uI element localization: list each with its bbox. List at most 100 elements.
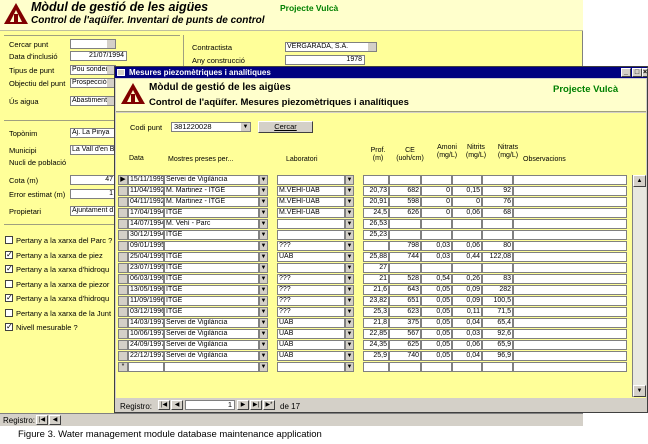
chevron-down-icon[interactable]: ▼ [345, 219, 354, 229]
table-cell[interactable] [277, 263, 345, 273]
table-cell[interactable]: 24/09/1997 [128, 340, 164, 350]
table-cell[interactable]: 0,03 [421, 252, 452, 262]
table-cell[interactable]: ITGE [164, 208, 259, 218]
table-cell[interactable] [513, 318, 627, 328]
row-selector[interactable]: ▶ [118, 175, 128, 185]
table-cell[interactable]: 122,08 [482, 252, 513, 262]
table-cell[interactable]: 23,82 [363, 296, 389, 306]
table-cell[interactable]: 25,88 [363, 252, 389, 262]
table-cell[interactable]: 65,9 [482, 340, 513, 350]
chevron-down-icon[interactable]: ▼ [259, 252, 268, 262]
table-cell[interactable]: 23/07/1995 [128, 263, 164, 273]
table-cell[interactable]: 528 [389, 274, 421, 284]
close-button[interactable]: × [642, 68, 648, 77]
vertical-scrollbar[interactable]: ▲ ▼ [632, 175, 646, 397]
table-cell[interactable]: 0,05 [421, 351, 452, 361]
row-selector[interactable] [118, 252, 128, 262]
row-selector[interactable] [118, 219, 128, 229]
minimize-button[interactable]: _ [621, 68, 631, 77]
table-cell[interactable]: 24,35 [363, 340, 389, 350]
table-cell[interactable]: 25/04/1995 [128, 252, 164, 262]
table-cell[interactable]: 20,73 [363, 186, 389, 196]
table-cell[interactable]: ITGE [164, 307, 259, 317]
table-cell[interactable] [513, 263, 627, 273]
table-cell[interactable]: 682 [389, 186, 421, 196]
table-cell[interactable]: 0,54 [421, 274, 452, 284]
field-input[interactable]: Pou sondeig [70, 65, 116, 75]
table-cell[interactable]: 0 [421, 208, 452, 218]
row-selector[interactable] [118, 241, 128, 251]
table-cell[interactable]: 83 [482, 274, 513, 284]
table-cell[interactable] [277, 362, 345, 372]
table-cell[interactable] [277, 175, 345, 185]
table-cell[interactable]: 65,4 [482, 318, 513, 328]
table-cell[interactable]: 623 [389, 307, 421, 317]
table-cell[interactable]: 21 [363, 274, 389, 284]
table-cell[interactable] [513, 208, 627, 218]
table-cell[interactable]: 17/04/1994 [128, 208, 164, 218]
chevron-down-icon[interactable]: ▼ [259, 329, 268, 339]
table-cell[interactable] [421, 219, 452, 229]
table-cell[interactable]: ITGE [164, 285, 259, 295]
table-cell[interactable]: UAB [277, 318, 345, 328]
field-input[interactable]: 47 [70, 175, 116, 185]
table-cell[interactable]: 740 [389, 351, 421, 361]
next-record-button[interactable]: ▶ [237, 400, 249, 410]
table-cell[interactable]: 375 [389, 318, 421, 328]
table-cell[interactable]: 0,06 [452, 208, 482, 218]
prev-record-button[interactable]: ◀ [171, 400, 183, 410]
table-cell[interactable]: 10/06/1997 [128, 329, 164, 339]
table-cell[interactable]: 626 [389, 208, 421, 218]
table-cell[interactable] [277, 230, 345, 240]
table-cell[interactable]: 25,3 [363, 307, 389, 317]
row-selector[interactable] [118, 318, 128, 328]
table-cell[interactable]: ??? [277, 274, 345, 284]
table-cell[interactable] [164, 362, 259, 372]
chevron-down-icon[interactable]: ▼ [259, 318, 268, 328]
table-cell[interactable]: 92 [482, 186, 513, 196]
chevron-down-icon[interactable]: ▼ [259, 186, 268, 196]
row-selector[interactable] [118, 274, 128, 284]
chevron-down-icon[interactable]: ▼ [259, 208, 268, 218]
table-cell[interactable]: 27 [363, 263, 389, 273]
table-cell[interactable]: 0,05 [421, 296, 452, 306]
codi-punt-combo[interactable]: 381220028 ▼ [171, 122, 251, 132]
chevron-down-icon[interactable]: ▼ [345, 318, 354, 328]
row-selector[interactable] [118, 186, 128, 196]
table-cell[interactable]: 04/11/1992 [128, 197, 164, 207]
table-cell[interactable]: 0,05 [421, 307, 452, 317]
table-cell[interactable]: Servei de Vigilància [164, 175, 259, 185]
network-checkbox[interactable] [5, 293, 13, 302]
table-cell[interactable] [513, 274, 627, 284]
table-cell[interactable]: M. Martinez - ITGE [164, 197, 259, 207]
chevron-down-icon[interactable]: ▼ [345, 197, 354, 207]
chevron-down-icon[interactable]: ▼ [345, 351, 354, 361]
table-cell[interactable]: ITGE [164, 230, 259, 240]
row-selector[interactable] [118, 340, 128, 350]
table-cell[interactable] [389, 362, 421, 372]
row-selector[interactable] [118, 296, 128, 306]
chevron-down-icon[interactable]: ▼ [345, 230, 354, 240]
table-cell[interactable] [513, 362, 627, 372]
table-cell[interactable]: 76 [482, 197, 513, 207]
field-input[interactable]: Aj. La Pinya [70, 128, 116, 138]
table-cell[interactable] [452, 219, 482, 229]
table-cell[interactable]: 13/05/1996 [128, 285, 164, 295]
table-cell[interactable]: Servei de Vigilància [164, 329, 259, 339]
table-cell[interactable]: ??? [277, 307, 345, 317]
chevron-down-icon[interactable]: ▼ [345, 274, 354, 284]
table-cell[interactable] [389, 230, 421, 240]
table-cell[interactable]: 03/12/1996 [128, 307, 164, 317]
first-record-button[interactable]: |◀ [36, 415, 48, 425]
table-cell[interactable]: 22/12/1997 [128, 351, 164, 361]
table-cell[interactable] [421, 230, 452, 240]
table-cell[interactable] [482, 362, 513, 372]
field-input[interactable]: La Vall d'en B [70, 145, 116, 155]
chevron-down-icon[interactable]: ▼ [259, 219, 268, 229]
table-cell[interactable]: 71,5 [482, 307, 513, 317]
table-cell[interactable]: 0,03 [421, 241, 452, 251]
table-cell[interactable]: 0,04 [452, 351, 482, 361]
table-cell[interactable]: 0,05 [421, 340, 452, 350]
table-cell[interactable] [482, 230, 513, 240]
table-cell[interactable] [513, 197, 627, 207]
